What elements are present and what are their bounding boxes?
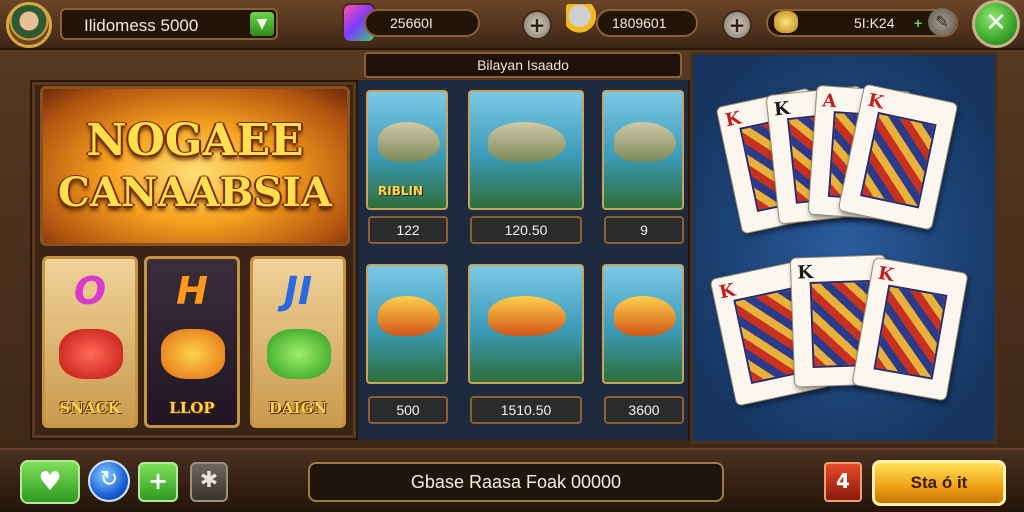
fish-card-3[interactable]	[602, 90, 684, 210]
banner-title-line2: CANAABSIA	[58, 169, 332, 216]
chevron-down-icon[interactable]: ▼	[250, 12, 274, 36]
plus-icon: +	[147, 467, 169, 495]
fish-coins-value: 1809601	[612, 15, 667, 31]
fish-card-1[interactable]: RIBLIN	[366, 90, 448, 210]
refresh-button[interactable]: ↻	[88, 460, 130, 502]
message-bar: Gbase Raasa Foak 00000	[308, 462, 724, 502]
favorite-button[interactable]: ♥	[20, 460, 80, 504]
card-face	[860, 111, 937, 209]
gold-coin-icon	[774, 11, 798, 33]
card-action-button[interactable]: 4	[824, 462, 862, 502]
fish-icon	[488, 296, 566, 336]
slot-label: LLOP	[169, 399, 215, 417]
card-rank: K	[866, 89, 886, 114]
top-bar: Ilidomess 5000 ▼ 25660I + 1809601 + 5I:K…	[0, 0, 1024, 50]
close-icon: ✕	[985, 8, 1007, 38]
fish-value-6: 3600	[604, 396, 684, 424]
add-button[interactable]: +	[138, 462, 178, 502]
fish-value-1: 122	[368, 216, 448, 244]
card-rank: A	[821, 90, 838, 113]
fish-card-2[interactable]	[468, 90, 584, 210]
fish-card-6[interactable]	[602, 264, 684, 384]
fish-icon	[378, 296, 440, 336]
fish-value-3: 9	[604, 216, 684, 244]
fish-icon	[161, 329, 225, 379]
gear-icon: ✱	[199, 468, 219, 493]
chili-icon	[59, 329, 123, 379]
panel-title: Bilayan Isaado	[364, 52, 682, 78]
slot-tile-1[interactable]: O SNACK	[42, 256, 138, 428]
gold-plus-icon[interactable]: +	[914, 15, 922, 31]
lime-icon	[267, 329, 331, 379]
slot-letter: H	[176, 269, 208, 313]
fish-icon	[488, 122, 566, 162]
fish-value-2: 120.50	[470, 216, 582, 244]
banner-title-line1: NOGAEE	[86, 115, 304, 166]
fish-value-5: 1510.50	[470, 396, 582, 424]
settings-button[interactable]: ✱	[190, 462, 228, 502]
username-field[interactable]: Ilidomess 5000 ▼	[60, 8, 278, 40]
slot-tile-2[interactable]: H LLOP	[144, 256, 240, 428]
add-fish-coins-button[interactable]: +	[722, 10, 752, 40]
slot-label: DAIGN	[268, 399, 328, 417]
username-label: Ilidomess 5000	[84, 16, 199, 35]
fish-icon	[378, 122, 440, 162]
card-rank: K	[876, 262, 896, 287]
start-button[interactable]: Sta ó it	[872, 460, 1006, 506]
fish-icon	[614, 296, 676, 336]
close-button[interactable]: ✕	[972, 0, 1020, 48]
settings-icon[interactable]: ✎	[928, 8, 956, 36]
add-gems-button[interactable]: +	[522, 10, 552, 40]
gold-value: 5I:K24	[854, 15, 895, 31]
slot-tile-3[interactable]: JI DAIGN	[250, 256, 346, 428]
slot-label: SNACK	[59, 399, 121, 417]
card-rank: K	[796, 261, 814, 284]
fish-coins-counter: 1809601	[596, 9, 698, 37]
fish-value-4: 500	[368, 396, 448, 424]
slot-letter: JI	[283, 269, 313, 313]
gems-value: 25660I	[390, 15, 433, 31]
fish-card-4[interactable]	[366, 264, 448, 384]
slot-letter: O	[73, 269, 107, 313]
refresh-icon: ↻	[99, 467, 119, 492]
fish-card-5[interactable]	[468, 264, 584, 384]
fish-coin-icon	[566, 4, 596, 38]
player-avatar[interactable]	[6, 2, 52, 48]
heart-icon: ♥	[38, 467, 62, 497]
fish-icon	[614, 122, 676, 162]
fish-card-label: RIBLIN	[378, 184, 424, 198]
game-banner[interactable]: NOGAEE CANAABSIA	[40, 86, 350, 246]
gems-counter: 25660I	[364, 9, 480, 37]
card-face	[873, 284, 948, 380]
